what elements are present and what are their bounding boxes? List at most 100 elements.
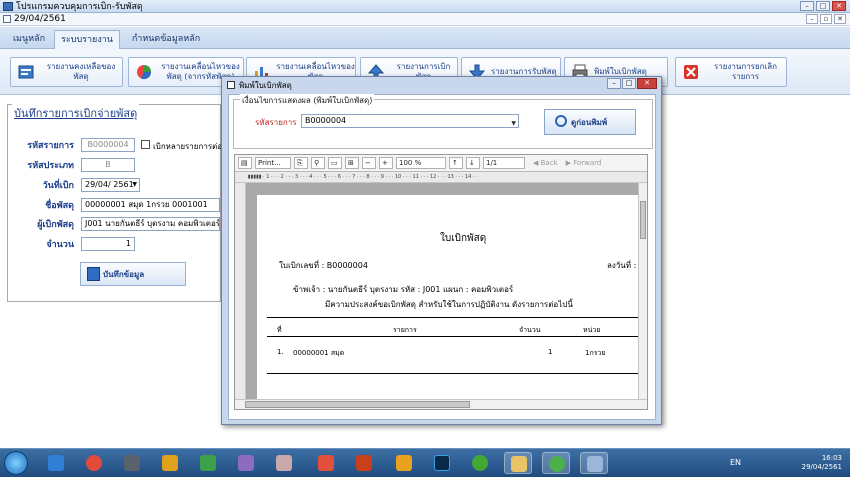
app-taskbar-icon[interactable] bbox=[270, 452, 298, 474]
zoom-in-icon[interactable]: + bbox=[379, 157, 393, 169]
current-date: 29/04/2561 bbox=[14, 14, 66, 24]
close-button[interactable]: ✕ bbox=[832, 1, 846, 11]
mdi-child-bar: 29/04/2561 bbox=[0, 13, 850, 26]
user-label: ผู้เบิกพัสดุ bbox=[37, 220, 74, 230]
col-header-item: รายการ bbox=[393, 326, 417, 334]
dialog-title-bar: พิมพ์ใบเบิกพัสดุ – □ ✕ bbox=[222, 77, 661, 93]
dialog-minimize-button[interactable]: – bbox=[607, 78, 621, 89]
chevron-down-icon[interactable]: ▼ bbox=[511, 118, 516, 130]
app-taskbar-icon[interactable] bbox=[350, 452, 378, 474]
prev-page-icon[interactable]: ↑ bbox=[449, 157, 463, 169]
qty-label: จำนวน bbox=[46, 240, 74, 250]
explorer-taskbar-icon[interactable] bbox=[504, 452, 532, 474]
dialog-code-combo[interactable]: B0000004 ▼ bbox=[301, 114, 519, 128]
next-page-icon[interactable]: ↓ bbox=[466, 157, 480, 169]
taskbar: EN 16:03 29/04/2561 bbox=[0, 448, 850, 477]
vertical-scrollbar[interactable] bbox=[638, 183, 647, 399]
type-field[interactable]: B bbox=[81, 158, 135, 172]
date-picker[interactable]: 29/04/ 2561 ▼ bbox=[81, 178, 140, 192]
minimize-button[interactable]: – bbox=[800, 1, 814, 11]
toggle-tree-icon[interactable]: ▤ bbox=[238, 157, 252, 169]
dialog-code-label: รหัสรายการ bbox=[255, 118, 297, 127]
report-page: ใบเบิกพัสดุ ใบเบิกเลขที่ : B0000004 ลงวั… bbox=[257, 195, 641, 399]
print-issue-dialog: พิมพ์ใบเบิกพัสดุ – □ ✕ เงื่อนไขการแสดงผล… bbox=[221, 76, 662, 425]
report-heading: ใบเบิกพัสดุ bbox=[440, 233, 487, 244]
multi-page-icon[interactable]: ⊞ bbox=[345, 157, 359, 169]
vertical-ruler bbox=[235, 183, 246, 399]
app-taskbar-icon[interactable] bbox=[390, 452, 418, 474]
mdi-close-button[interactable]: ✕ bbox=[834, 14, 846, 24]
save-disk-icon bbox=[87, 267, 100, 281]
item-field[interactable]: 00000001 สมุด 1กรวย 0001001 bbox=[81, 198, 220, 212]
print-button[interactable]: Print... bbox=[255, 157, 291, 169]
language-indicator[interactable]: EN bbox=[730, 458, 741, 467]
chevron-down-icon[interactable]: ▼ bbox=[132, 179, 137, 191]
mdi-controls: – ▫ ✕ bbox=[806, 14, 846, 24]
app-taskbar-icon[interactable] bbox=[580, 452, 608, 474]
mdi-restore-button[interactable]: ▫ bbox=[820, 14, 832, 24]
horizontal-scrollbar[interactable] bbox=[235, 399, 647, 409]
start-button[interactable] bbox=[4, 451, 28, 475]
find-icon[interactable]: ⚲ bbox=[311, 157, 325, 169]
tab-master-data[interactable]: กำหนดข้อมูลหลัก bbox=[124, 30, 208, 49]
forward-button[interactable]: ▶ Forward bbox=[566, 159, 602, 167]
back-button[interactable]: ◀ Back bbox=[533, 159, 558, 167]
maximize-button[interactable]: □ bbox=[816, 1, 830, 11]
preview-button[interactable]: ดูก่อนพิมพ์ bbox=[544, 109, 636, 135]
stock-report-button[interactable]: รายงานคงเหลือของพัสดุ bbox=[10, 57, 123, 87]
tab-main-menu[interactable]: เมนูหลัก bbox=[6, 30, 52, 49]
ribbon-label: รายงานการยกเลิกรายการ bbox=[714, 62, 777, 81]
cancel-report-button[interactable]: รายงานการยกเลิกรายการ bbox=[675, 57, 787, 87]
system-clock[interactable]: 16:03 29/04/2561 bbox=[802, 454, 842, 472]
type-label: รหัสประเภท bbox=[27, 161, 74, 171]
mdi-minimize-button[interactable]: – bbox=[806, 14, 818, 24]
page-input[interactable]: 1/1 bbox=[483, 157, 525, 169]
magnifier-icon bbox=[555, 115, 567, 127]
app-taskbar-icon[interactable] bbox=[542, 452, 570, 474]
single-page-icon[interactable]: ▭ bbox=[328, 157, 342, 169]
back-label: Back bbox=[540, 159, 558, 167]
photoshop-taskbar-icon[interactable] bbox=[428, 452, 456, 474]
qty-field[interactable]: 1 bbox=[81, 237, 135, 251]
horizontal-scroll-thumb[interactable] bbox=[245, 401, 470, 408]
window-controls: – □ ✕ bbox=[800, 1, 846, 11]
zoom-out-icon[interactable]: − bbox=[362, 157, 376, 169]
preview-label: ดูก่อนพิมพ์ bbox=[571, 117, 608, 127]
page-value: 1/1 bbox=[486, 159, 498, 167]
tab-reports[interactable]: ระบบรายงาน bbox=[54, 30, 120, 49]
app-taskbar-icon[interactable] bbox=[194, 452, 222, 474]
app-taskbar-icon[interactable] bbox=[232, 452, 260, 474]
ribbon-tabs: เมนูหลัก ระบบรายงาน กำหนดข้อมูลหลัก bbox=[0, 27, 850, 49]
torrent-taskbar-icon[interactable] bbox=[466, 452, 494, 474]
col-header-unit: หน่วย bbox=[583, 326, 601, 334]
app-title: โปรแกรมควบคุมการเบิก-รับพัสดุ bbox=[16, 2, 143, 12]
dialog-maximize-button[interactable]: □ bbox=[622, 78, 636, 89]
filter-group: เงื่อนไขการแสดงผล (พิมพ์ใบเบิกพัสดุ) รหั… bbox=[233, 94, 653, 149]
app-taskbar-icon[interactable] bbox=[118, 452, 146, 474]
dialog-close-button[interactable]: ✕ bbox=[637, 78, 657, 89]
copy-icon[interactable]: ⎘ bbox=[294, 157, 308, 169]
row-qty: 1 bbox=[548, 348, 553, 356]
multi-item-checkbox[interactable] bbox=[141, 140, 150, 149]
form-title: บันทึกรายการเบิกจ่ายพัสดุ bbox=[12, 104, 140, 122]
filter-group-title: เงื่อนไขการแสดงผล (พิมพ์ใบเบิกพัสดุ) bbox=[240, 94, 375, 107]
row-no: 1. bbox=[277, 348, 284, 356]
zoom-select[interactable]: 100 % bbox=[396, 157, 446, 169]
document-icon bbox=[3, 15, 11, 23]
user-field[interactable]: J001 นายกันตธีร์ บุตรงาม คอมพิวเตอร์ bbox=[81, 217, 220, 231]
vertical-scroll-thumb[interactable] bbox=[640, 201, 646, 239]
report-toolbar: ▤ Print... ⎘ ⚲ ▭ ⊞ − + 100 % ↑ ↓ 1/1 ◀ B… bbox=[235, 155, 647, 172]
cancel-report-icon bbox=[684, 65, 698, 79]
save-button[interactable]: บันทึกข้อมูล bbox=[80, 262, 186, 286]
report-movement-icon bbox=[137, 65, 152, 80]
zoom-value: 100 % bbox=[399, 159, 422, 167]
app-icon bbox=[3, 1, 13, 11]
code-field[interactable]: B0000004 bbox=[81, 138, 135, 152]
clock-time: 16:03 bbox=[821, 454, 842, 462]
app-taskbar-icon[interactable] bbox=[156, 452, 184, 474]
chrome-taskbar-icon[interactable] bbox=[80, 452, 108, 474]
app-taskbar-icon[interactable] bbox=[312, 452, 340, 474]
report-stock-icon bbox=[18, 65, 34, 79]
report-doc-no: ใบเบิกเลขที่ : B0000004 bbox=[279, 261, 368, 270]
ie-taskbar-icon[interactable] bbox=[42, 452, 70, 474]
